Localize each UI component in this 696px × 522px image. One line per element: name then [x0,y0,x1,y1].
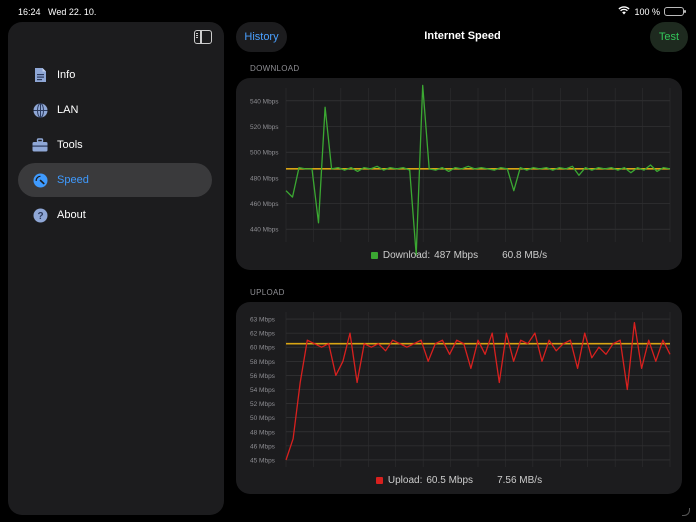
upload-y-tick-label: 46 Mbps [250,443,276,450]
upload-legend-swatch [375,477,383,484]
upload-y-tick-label: 62 Mbps [250,331,276,338]
download-section-label: DOWNLOAD [250,64,300,73]
upload-chart-card: 63 Mbps 62 Mbps 60 Mbps 58 Mbps 56 Mbps 54 Mb… [236,302,682,494]
download-legend-bytes: 60.8 MB/s [502,250,548,261]
sidebar-item-info[interactable]: Info [18,58,212,92]
sidebar-item-tools[interactable]: Tools [18,128,212,162]
status-bar: 16:24 Wed 22. 10. 100 % [0,0,696,22]
upload-chart: 63 Mbps 62 Mbps 60 Mbps 58 Mbps 56 Mbps 54 Mb… [250,312,671,467]
question-circle-icon: ? [32,207,48,223]
download-chart: 540 Mbps 520 Mbps 500 Mbps 480 Mbps 460 Mbps… [250,84,671,256]
upload-section-label: UPLOAD [250,288,285,297]
upload-legend-bytes: 7.56 MB/s [497,475,543,486]
download-y-tick-label: 540 Mbps [250,98,279,105]
wifi-icon [618,6,631,17]
download-legend-prefix: Download: [382,250,431,261]
battery-icon [664,7,686,16]
toolbox-icon [32,137,48,153]
resize-corner-icon [682,508,690,516]
page-title: Internet Speed [424,30,501,42]
upload-y-tick-label: 58 Mbps [250,359,276,366]
sidebar-nav: Info LAN Tools Speed ? About [18,58,212,233]
download-y-tick-label: 480 Mbps [250,175,279,182]
screen: 16:24 Wed 22. 10. 100 % Info LAN Tools S… [0,0,696,522]
status-time: 16:24 [18,7,41,17]
sidebar-item-lan[interactable]: LAN [18,93,212,127]
status-date: Wed 22. 10. [48,7,97,17]
globe-icon [32,102,48,118]
status-right: 100 % [618,6,686,17]
upload-y-tick-label: 54 Mbps [250,387,276,394]
upload-y-tick-label: 50 Mbps [250,415,276,422]
download-y-tick-label: 500 Mbps [250,150,279,157]
sidebar-item-label: About [57,209,86,221]
sidebar-item-label: Speed [57,174,89,186]
download-legend-value: 487 Mbps [434,250,479,261]
upload-y-tick-label: 52 Mbps [250,401,276,408]
download-y-tick-label: 520 Mbps [250,124,279,131]
doc-icon [32,67,48,83]
sidebar-toggle-icon[interactable] [194,30,212,44]
history-button[interactable]: History [236,22,287,52]
sidebar-item-speed[interactable]: Speed [18,163,212,197]
upload-y-tick-label: 60 Mbps [250,345,276,352]
upload-legend-prefix: Upload: [387,475,423,486]
test-button[interactable]: Test [650,22,688,52]
download-chart-card: 540 Mbps 520 Mbps 500 Mbps 480 Mbps 460 Mbps… [236,78,682,270]
sidebar-item-label: LAN [57,104,79,116]
upload-y-tick-label: 63 Mbps [250,317,276,324]
upload-y-tick-label: 48 Mbps [250,429,276,436]
upload-y-tick-label: 56 Mbps [250,373,276,380]
upload-legend: Upload: 60.5 Mbps 7.56 MB/s [236,475,682,486]
battery-percent: 100 % [634,6,660,17]
sidebar-item-label: Tools [57,139,83,151]
sidebar: Info LAN Tools Speed ? About [8,22,224,515]
download-y-tick-label: 440 Mbps [250,227,279,234]
sidebar-item-about[interactable]: ? About [18,198,212,232]
download-legend-swatch [370,252,378,259]
speedometer-icon [32,172,48,188]
svg-text:?: ? [37,211,43,222]
upload-y-tick-label: 45 Mbps [250,457,276,464]
download-y-tick-label: 460 Mbps [250,201,279,208]
sidebar-item-label: Info [57,69,76,81]
download-legend: Download: 487 Mbps 60.8 MB/s [236,250,682,261]
upload-legend-value: 60.5 Mbps [426,475,474,486]
